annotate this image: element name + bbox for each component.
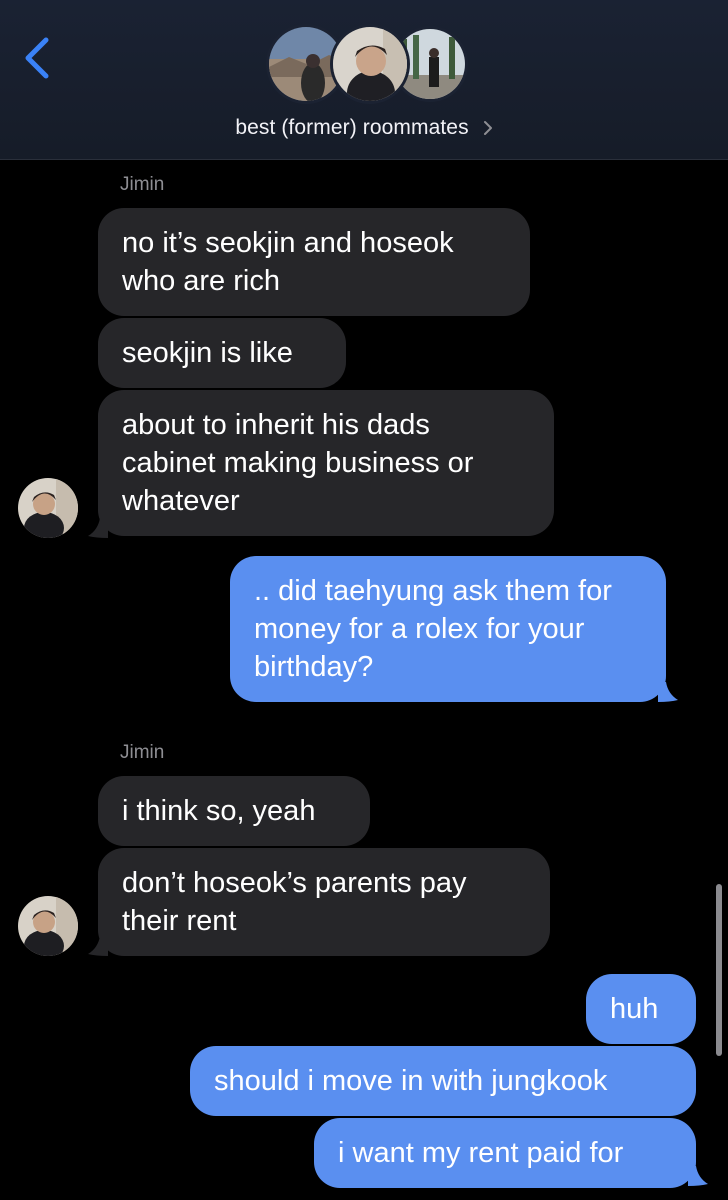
incoming-message-bubble[interactable]: about to inherit his dads cabinet making… [98,390,554,536]
message-text-line: cabinet making business or [122,447,474,479]
message-text-line: i want my rent paid for [338,1137,624,1169]
message-text-line: seokjin is like [122,337,293,369]
bubble-tail [688,1166,708,1186]
contact-avatar[interactable] [18,896,78,956]
message-text-line: whatever [122,485,240,517]
message-text-line: don’t hoseok’s parents pay [122,867,467,899]
group-avatar-stack[interactable] [266,24,468,106]
message-text-line: their rent [122,905,237,937]
bubble-tail [88,936,108,956]
message-text-line: should i move in with jungkook [214,1065,608,1097]
message-text-line: money for a rolex for your [254,613,585,645]
scrollbar[interactable] [716,884,722,1056]
message-text-line: who are rich [122,265,280,297]
bubble-tail [658,682,678,702]
outgoing-message-bubble[interactable]: .. did taehyung ask them for money for a… [230,556,666,702]
message-text-line: .. did taehyung ask them for [254,575,612,607]
conversation-header: best (former) roommates [0,0,728,160]
message-text-line: about to inherit his dads [122,409,430,441]
outgoing-message-bubble[interactable]: i want my rent paid for [314,1118,696,1188]
message-text-line: birthday? [254,651,374,683]
incoming-message-bubble[interactable]: seokjin is like [98,318,346,388]
message-text-line: no it’s seokjin and hoseok [122,227,454,259]
group-avatar-2 [330,24,410,104]
sender-label: Jimin [120,174,165,195]
sender-label: Jimin [120,742,165,763]
group-title: best (former) roommates [235,116,469,139]
contact-avatar[interactable] [18,478,78,538]
bubble-tail [88,518,108,538]
incoming-message-bubble[interactable]: don’t hoseok’s parents pay their rent [98,848,550,956]
outgoing-message-bubble[interactable]: should i move in with jungkook [190,1046,696,1116]
chevron-right-icon [483,121,492,135]
outgoing-message-bubble[interactable]: huh [586,974,696,1044]
incoming-message-bubble[interactable]: no it’s seokjin and hoseok who are rich [98,208,530,316]
group-title-row[interactable]: best (former) roommates [0,113,728,143]
message-text-line: i think so, yeah [122,795,316,827]
message-text-line: huh [610,993,659,1025]
incoming-message-bubble[interactable]: i think so, yeah [98,776,370,846]
chevron-left-icon[interactable] [20,36,56,80]
